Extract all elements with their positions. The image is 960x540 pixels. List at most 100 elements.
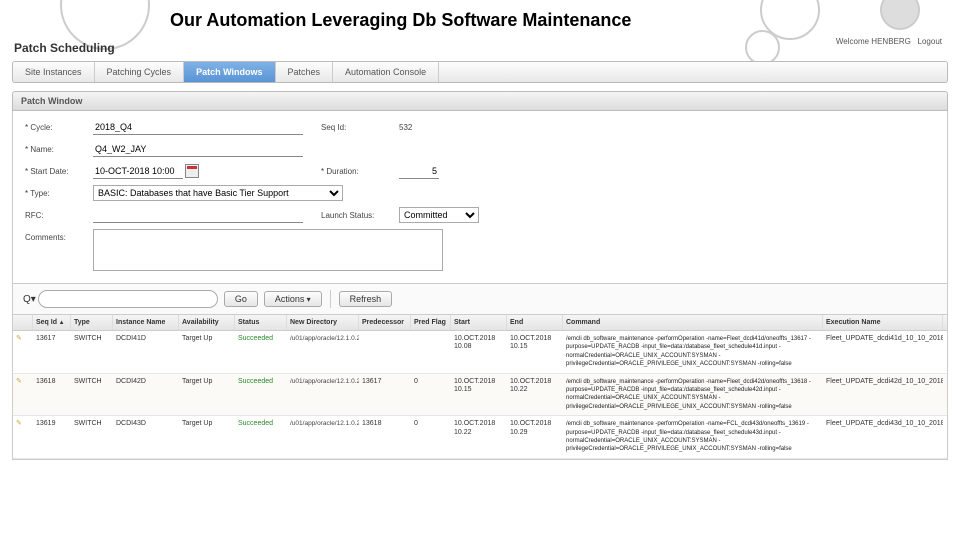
cell: Fleet_UPDATE_dcdi41d_10_10_2018_10_08_	[823, 331, 943, 373]
seqid-value: 532	[399, 123, 509, 132]
search-label: Q▾	[23, 294, 36, 305]
col-header[interactable]	[13, 315, 33, 330]
cell: 13618	[33, 374, 71, 416]
label-comments: Comments:	[25, 229, 85, 242]
table-row: ✎ 13618SWITCHDCDI42DTarget UpSucceeded/u0…	[13, 374, 947, 417]
col-header[interactable]: Command	[563, 315, 823, 330]
duration-input[interactable]	[399, 163, 439, 179]
cell: ✎	[13, 374, 33, 416]
cell: Target Up	[179, 331, 235, 373]
cell: /emcli db_software_maintenance -performO…	[563, 331, 823, 373]
col-header[interactable]: New Directory	[287, 315, 359, 330]
cell: SWITCH	[71, 374, 113, 416]
tab-automation-console[interactable]: Automation Console	[333, 62, 439, 82]
cell: Fleet_UPDATE_dcdi42d_10_10_2018_10_15_	[823, 374, 943, 416]
col-header[interactable]: Status	[235, 315, 287, 330]
col-header[interactable]: Type	[71, 315, 113, 330]
cell: 10.OCT.2018 10.22	[451, 416, 507, 458]
col-header[interactable]: Pred Flag	[411, 315, 451, 330]
search-input[interactable]	[38, 290, 218, 308]
cell: 10.OCT.2018 10.15	[451, 374, 507, 416]
col-header[interactable]: Execution Name	[823, 315, 943, 330]
label-seqid: Seq Id:	[321, 123, 391, 132]
cell: Succeeded	[235, 416, 287, 458]
cell: /u01/app/oracle/12.1.0.2.180717/one1f	[287, 416, 359, 458]
name-input[interactable]	[93, 141, 303, 157]
cell: 10.OCT.2018 10.08	[451, 331, 507, 373]
col-header[interactable]: Availability	[179, 315, 235, 330]
cell: 13617	[359, 374, 411, 416]
col-header[interactable]: Instance Name	[113, 315, 179, 330]
cell	[411, 331, 451, 373]
label-duration: Duration:	[321, 167, 391, 176]
calendar-icon[interactable]	[185, 164, 199, 178]
cell: /u01/app/oracle/12.1.0.2.180717/one1f	[287, 374, 359, 416]
tabbar: Site InstancesPatching CyclesPatch Windo…	[12, 61, 948, 83]
cell: 10.OCT.2018 10.29	[507, 416, 563, 458]
go-button[interactable]: Go	[224, 291, 258, 307]
tab-patch-windows[interactable]: Patch Windows	[184, 62, 275, 82]
col-header[interactable]: Seq Id	[33, 315, 71, 330]
cell: Target Up	[179, 374, 235, 416]
col-header[interactable]: Predecessor	[359, 315, 411, 330]
results-toolbar: Q▾ Go Actions Refresh	[12, 284, 948, 315]
cell: SWITCH	[71, 416, 113, 458]
label-rfc: RFC:	[25, 211, 85, 220]
tab-site-instances[interactable]: Site Instances	[13, 62, 95, 82]
label-type: Type:	[25, 189, 85, 198]
cell: DCDI43D	[113, 416, 179, 458]
cell: ✎	[13, 331, 33, 373]
edit-icon[interactable]: ✎	[16, 335, 28, 347]
logout-link[interactable]: Logout	[918, 37, 942, 46]
cell: /emcli db_software_maintenance -performO…	[563, 374, 823, 416]
actions-button[interactable]: Actions	[264, 291, 322, 307]
cell: SWITCH	[71, 331, 113, 373]
cell: Fleet_UPDATE_dcdi43d_10_10_2018_10_22_	[823, 416, 943, 458]
cell: 0	[411, 416, 451, 458]
cell: /u01/app/oracle/12.1.0.2.180717/one1f	[287, 331, 359, 373]
patch-window-form: Cycle: Seq Id: 532 Name: Start Date: Dur…	[12, 111, 948, 284]
label-startdate: Start Date:	[25, 167, 85, 176]
cell: 10.OCT.2018 10.15	[507, 331, 563, 373]
welcome-user: HENBERG	[871, 37, 911, 46]
col-header[interactable]: End	[507, 315, 563, 330]
edit-icon[interactable]: ✎	[16, 378, 28, 390]
page-title: Patch Scheduling	[12, 37, 948, 61]
rfc-input[interactable]	[93, 207, 303, 223]
table-row: ✎ 13617SWITCHDCDI41DTarget UpSucceeded/u0…	[13, 331, 947, 374]
cycle-input[interactable]	[93, 119, 303, 135]
cell: 13618	[359, 416, 411, 458]
cell: DCDI42D	[113, 374, 179, 416]
panel-header: Patch Window	[12, 91, 948, 111]
comments-input[interactable]	[93, 229, 443, 271]
label-cycle: Cycle:	[25, 123, 85, 132]
cell: 13617	[33, 331, 71, 373]
cell: 10.OCT.2018 10.22	[507, 374, 563, 416]
refresh-button[interactable]: Refresh	[339, 291, 393, 307]
edit-icon[interactable]: ✎	[16, 420, 28, 432]
cell: 13619	[33, 416, 71, 458]
grid-header: Seq IdTypeInstance NameAvailabilityStatu…	[13, 315, 947, 331]
cell: 0	[411, 374, 451, 416]
toolbar-divider	[330, 290, 331, 308]
cell: Succeeded	[235, 331, 287, 373]
cell	[359, 331, 411, 373]
cell: Succeeded	[235, 374, 287, 416]
label-launch-status: Launch Status:	[321, 211, 391, 220]
col-header[interactable]: Start	[451, 315, 507, 330]
startdate-input[interactable]	[93, 163, 183, 179]
tab-patches[interactable]: Patches	[276, 62, 334, 82]
slide-title: Our Automation Leveraging Db Software Ma…	[0, 0, 960, 37]
cell: Target Up	[179, 416, 235, 458]
cell: DCDI41D	[113, 331, 179, 373]
welcome-prefix: Welcome	[836, 37, 871, 46]
results-grid: Seq IdTypeInstance NameAvailabilityStatu…	[12, 315, 948, 460]
type-select[interactable]: BASIC: Databases that have Basic Tier Su…	[93, 185, 343, 201]
cell: ✎	[13, 416, 33, 458]
label-name: Name:	[25, 145, 85, 154]
tab-patching-cycles[interactable]: Patching Cycles	[95, 62, 185, 82]
launch-status-select[interactable]: Committed	[399, 207, 479, 223]
table-row: ✎ 13619SWITCHDCDI43DTarget UpSucceeded/u0…	[13, 416, 947, 459]
welcome-bar: Welcome HENBERG Logout	[836, 37, 942, 46]
cell: /emcli db_software_maintenance -performO…	[563, 416, 823, 458]
